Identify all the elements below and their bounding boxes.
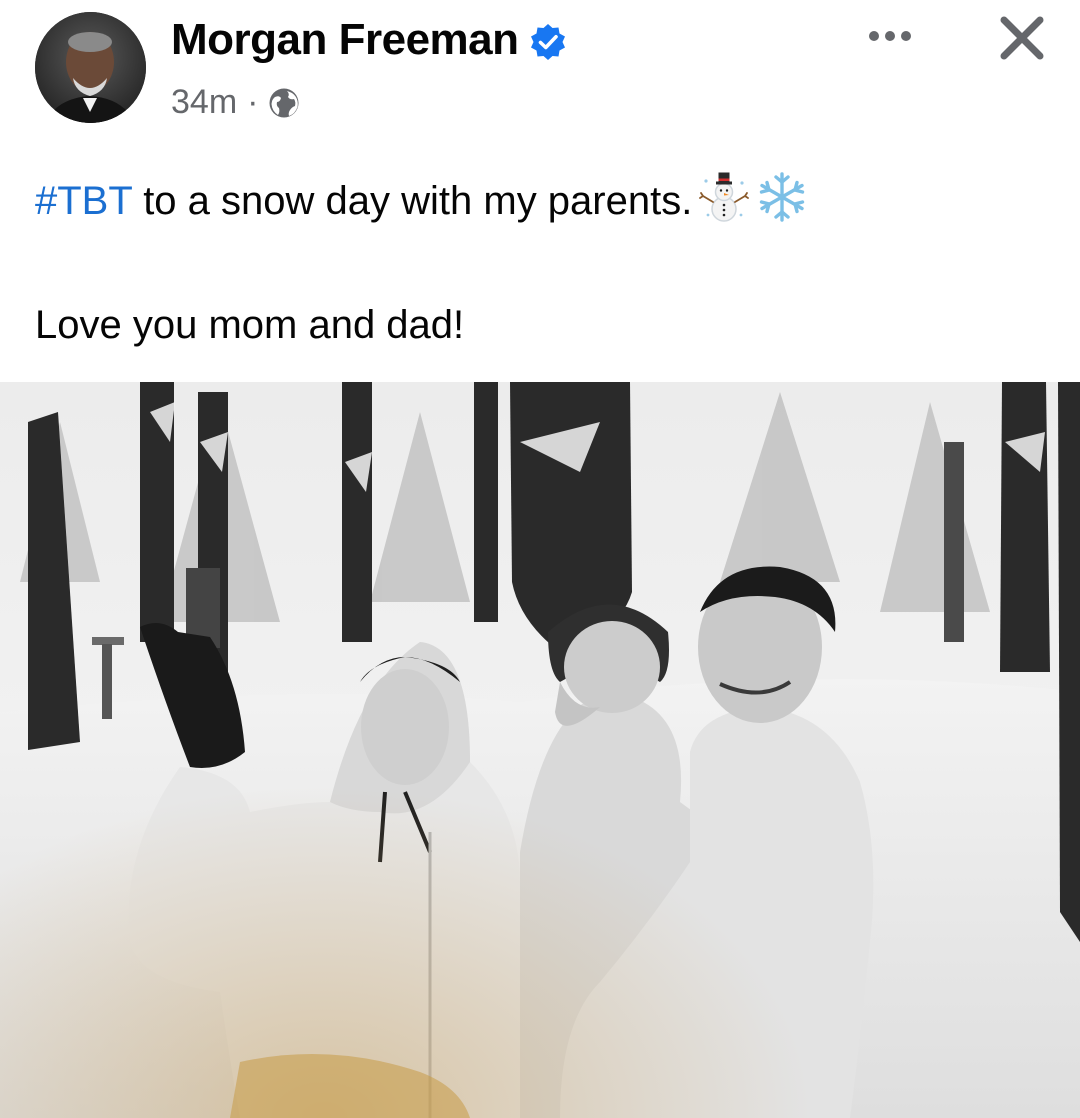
hashtag-link[interactable]: #TBT — [35, 179, 132, 223]
close-button[interactable] — [994, 10, 1050, 66]
snowman-emoji-icon — [698, 171, 750, 223]
post-time[interactable]: 34m — [171, 80, 237, 124]
post-message-line-1: #TBT to a snow day with my parents. — [35, 168, 1045, 234]
post-message: #TBT to a snow day with my parents. Love… — [35, 168, 1045, 358]
family-snow-photo — [0, 382, 1080, 1118]
post-meta: 34m · — [171, 80, 300, 124]
avatar-image — [35, 12, 146, 123]
author-name[interactable]: Morgan Freeman — [171, 14, 567, 66]
post-message-line-2: Love you mom and dad! — [35, 303, 465, 347]
author-avatar[interactable] — [35, 12, 146, 123]
more-options-button[interactable] — [862, 16, 918, 56]
snowflake-emoji-icon — [756, 171, 808, 223]
post-photo[interactable] — [0, 382, 1080, 1118]
more-options-icon — [869, 31, 911, 41]
close-icon — [1000, 16, 1044, 60]
post-header: Morgan Freeman 34m · — [0, 0, 1080, 140]
globe-icon — [268, 86, 300, 118]
author-name-text[interactable]: Morgan Freeman — [171, 14, 519, 66]
meta-separator: · — [247, 83, 259, 121]
post-message-line-1-text: to a snow day with my parents. — [132, 179, 693, 223]
verified-badge-icon — [529, 21, 567, 60]
